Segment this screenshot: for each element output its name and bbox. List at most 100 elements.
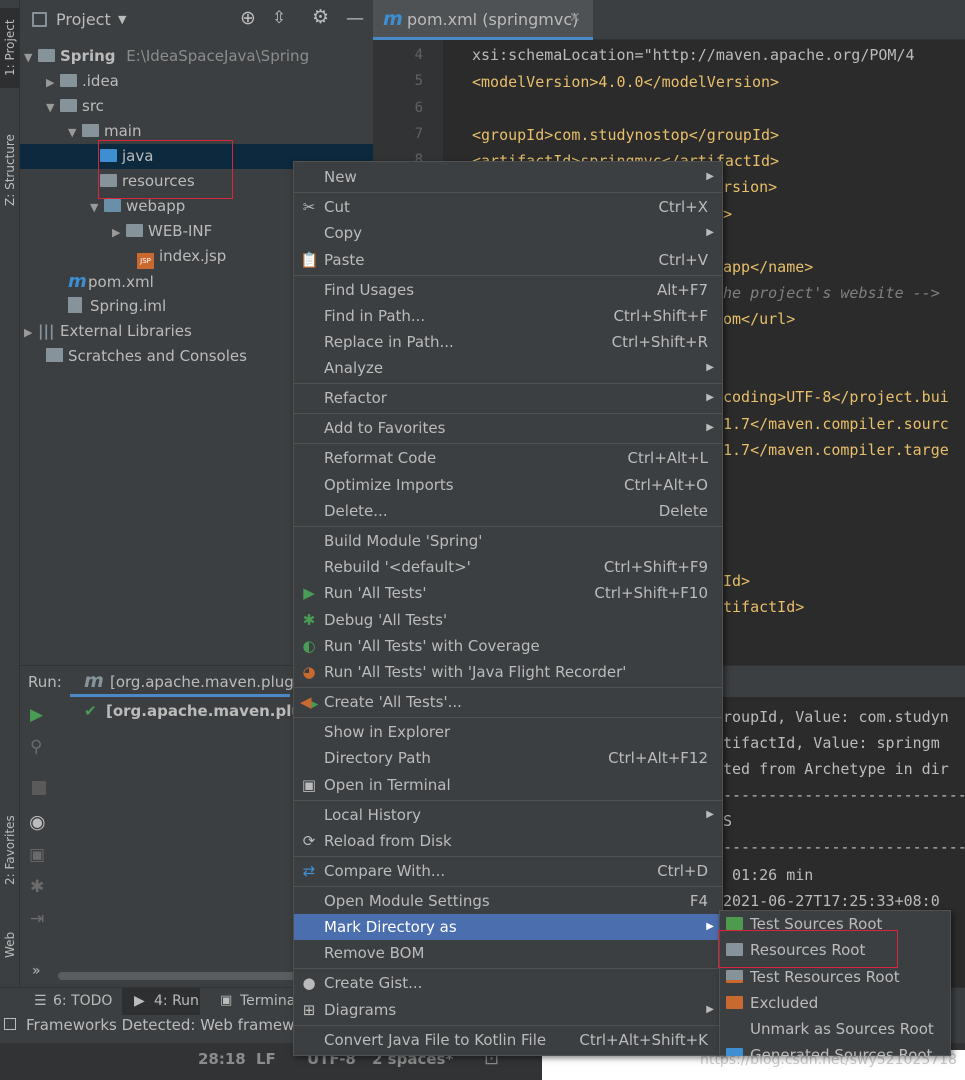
tree-item-webapp[interactable]: ▼ webapp (90, 194, 185, 219)
menu-separator (294, 968, 722, 969)
locate-icon[interactable]: ⊕ (240, 7, 256, 29)
menu-item-local-history[interactable]: Local History ▶ (294, 802, 722, 828)
eye-icon[interactable]: ◉ (29, 811, 46, 833)
project-tool-tab[interactable]: 1: Project (0, 8, 20, 88)
menu-item-remove-bom[interactable]: Remove BOM (294, 940, 722, 966)
favorites-tool-tab[interactable]: 2: Favorites (0, 800, 20, 900)
chevron-down-icon[interactable]: ▼ (118, 13, 126, 26)
camera-icon[interactable]: ▣ (29, 845, 45, 865)
tree-item-idea[interactable]: ▶ .idea (46, 69, 119, 94)
generated-sources-folder-icon (726, 1048, 743, 1056)
terminal-icon: ▣ (301, 776, 317, 794)
console-line: S (723, 812, 733, 830)
menu-item-run-with-coverage[interactable]: ◐ Run 'All Tests' with Coverage (294, 633, 722, 659)
tree-item-scratches[interactable]: Scratches and Consoles (46, 344, 247, 369)
scratches-icon (46, 348, 63, 362)
menu-item-reformat-code[interactable]: Reformat Code Ctrl+Alt+L (294, 445, 722, 471)
todo-tab[interactable]: 6: TODO (53, 993, 112, 1009)
tree-item-src[interactable]: ▼ src (46, 94, 104, 119)
project-view-title[interactable]: Project (56, 10, 111, 29)
code-line: xsi:schemaLocation="http://maven.apache.… (472, 46, 915, 64)
menu-item-create-gist[interactable]: ● Create Gist... (294, 970, 722, 996)
tree-item-label: Spring (60, 47, 116, 65)
menu-item-open-in-terminal[interactable]: ▣ Open in Terminal (294, 772, 722, 798)
run-tab[interactable]: 4: Run (154, 993, 199, 1009)
console-line: ted from Archetype in dir (723, 760, 949, 778)
menu-item-copy[interactable]: Copy ▶ (294, 220, 722, 246)
terminal-tab[interactable]: Terminal (240, 993, 299, 1009)
stop-icon[interactable] (32, 781, 46, 795)
submenu-item-generated-sources-root[interactable]: Generated Sources Root (720, 1042, 950, 1056)
menu-separator (294, 800, 722, 801)
tree-item-label: index.jsp (159, 247, 227, 265)
caret-position[interactable]: 28:18 (198, 1050, 246, 1068)
menu-item-reload-from-disk[interactable]: ⟳ Reload from Disk (294, 828, 722, 854)
library-icon: ||| (38, 322, 55, 340)
code-line: <modelVersion>4.0.0</modelVersion> (472, 73, 780, 91)
menu-separator (294, 192, 722, 193)
menu-item-find-in-path[interactable]: Find in Path... Ctrl+Shift+F (294, 303, 722, 329)
gear-icon[interactable]: ⚙ (312, 6, 329, 28)
frameworks-icon (4, 1018, 16, 1030)
menu-separator (294, 856, 722, 857)
run-icon: ▶ (134, 993, 145, 1009)
minimize-icon[interactable]: — (346, 8, 364, 29)
horizontal-scrollbar[interactable] (58, 972, 298, 980)
run-tree-item[interactable]: [org.apache.maven.plugi (106, 702, 318, 720)
menu-item-directory-path[interactable]: Directory Path Ctrl+Alt+F12 (294, 745, 722, 771)
submenu-item-unmark[interactable]: Unmark as Sources Root (720, 1016, 950, 1042)
code-comment: he project's website --> (723, 284, 940, 302)
menu-item-new[interactable]: New ▶ (294, 164, 722, 190)
tree-item-web-inf[interactable]: ▶ WEB-INF (112, 219, 212, 244)
menu-item-convert-to-kotlin[interactable]: Convert Java File to Kotlin File Ctrl+Alt… (294, 1027, 722, 1053)
console-line: ---------------------------- (723, 838, 965, 856)
bug-icon: ✱ (302, 611, 316, 629)
menu-item-find-usages[interactable]: Find Usages Alt+F7 (294, 277, 722, 303)
bug-icon[interactable]: ✱ (30, 877, 44, 897)
tree-item-index-jsp[interactable]: JSP index.jsp (137, 244, 226, 269)
close-icon[interactable]: ✕ (569, 10, 581, 26)
menu-item-debug-all-tests[interactable]: ✱ Debug 'All Tests' (294, 607, 722, 633)
web-tool-tab[interactable]: Web (0, 920, 20, 970)
submenu-item-excluded[interactable]: Excluded (720, 990, 950, 1016)
menu-item-replace-in-path[interactable]: Replace in Path... Ctrl+Shift+R (294, 329, 722, 355)
tree-item-spring[interactable]: ▼ Spring E:\IdeaSpaceJava\Spring (24, 44, 309, 69)
context-menu: New ▶ ✂ Cut Ctrl+X Copy ▶ 📋 Paste Ctrl+V Find … (293, 161, 723, 1056)
menu-item-mark-directory-as[interactable]: Mark Directory as ▶ (294, 914, 722, 940)
editor-tab-pom[interactable]: m pom.xml (springmvc) ✕ (373, 0, 593, 40)
menu-item-compare-with[interactable]: ⇄ Compare With... Ctrl+D (294, 858, 722, 884)
tree-item-external-libraries[interactable]: ▶ ||| External Libraries (24, 319, 192, 344)
line-separator[interactable]: LF (256, 1050, 276, 1068)
folder-icon (60, 74, 77, 87)
menu-item-create-all-tests[interactable]: ◀▶ Create 'All Tests'... (294, 689, 722, 715)
menu-item-run-with-jfr[interactable]: ◕ Run 'All Tests' with 'Java Flight Recor… (294, 659, 722, 685)
menu-item-optimize-imports[interactable]: Optimize Imports Ctrl+Alt+O (294, 472, 722, 498)
tree-item-label: External Libraries (60, 322, 192, 340)
menu-item-diagrams[interactable]: ⊞ Diagrams ▶ (294, 997, 722, 1023)
menu-item-cut[interactable]: ✂ Cut Ctrl+X (294, 194, 722, 220)
menu-item-refactor[interactable]: Refactor ▶ (294, 385, 722, 411)
menu-item-delete[interactable]: Delete... Delete (294, 498, 722, 524)
menu-item-paste[interactable]: 📋 Paste Ctrl+V (294, 247, 722, 273)
tree-item-spring-iml[interactable]: Spring.iml (68, 294, 166, 319)
structure-tool-tab[interactable]: Z: Structure (0, 120, 20, 220)
tree-item-pom[interactable]: mpom.xml (68, 269, 154, 294)
menu-item-analyze[interactable]: Analyze ▶ (294, 355, 722, 381)
run-tab-label[interactable]: [org.apache.maven.plugi (110, 673, 298, 691)
iml-file-icon (68, 297, 82, 313)
code-line: app</name> (723, 258, 814, 276)
folder-icon (82, 124, 99, 137)
menu-item-rebuild[interactable]: Rebuild '<default>' Ctrl+Shift+F9 (294, 554, 722, 580)
status-message[interactable]: Frameworks Detected: Web framewo (26, 1016, 304, 1034)
menu-item-open-module-settings[interactable]: Open Module Settings F4 (294, 888, 722, 914)
export-icon[interactable]: ⇥ (30, 909, 44, 929)
collapse-icon[interactable]: ⇳ (272, 8, 286, 28)
more-icon[interactable]: » (32, 963, 41, 979)
menu-item-add-to-favorites[interactable]: Add to Favorites ▶ (294, 415, 722, 441)
menu-item-show-in-explorer[interactable]: Show in Explorer (294, 719, 722, 745)
menu-item-run-all-tests[interactable]: ▶ Run 'All Tests' Ctrl+Shift+F10 (294, 580, 722, 606)
rerun-icon[interactable]: ▶ (30, 705, 43, 725)
menu-item-build-module[interactable]: Build Module 'Spring' (294, 528, 722, 554)
run-icon: ▶ (303, 584, 315, 602)
pin-icon[interactable]: ⚲ (30, 737, 42, 757)
